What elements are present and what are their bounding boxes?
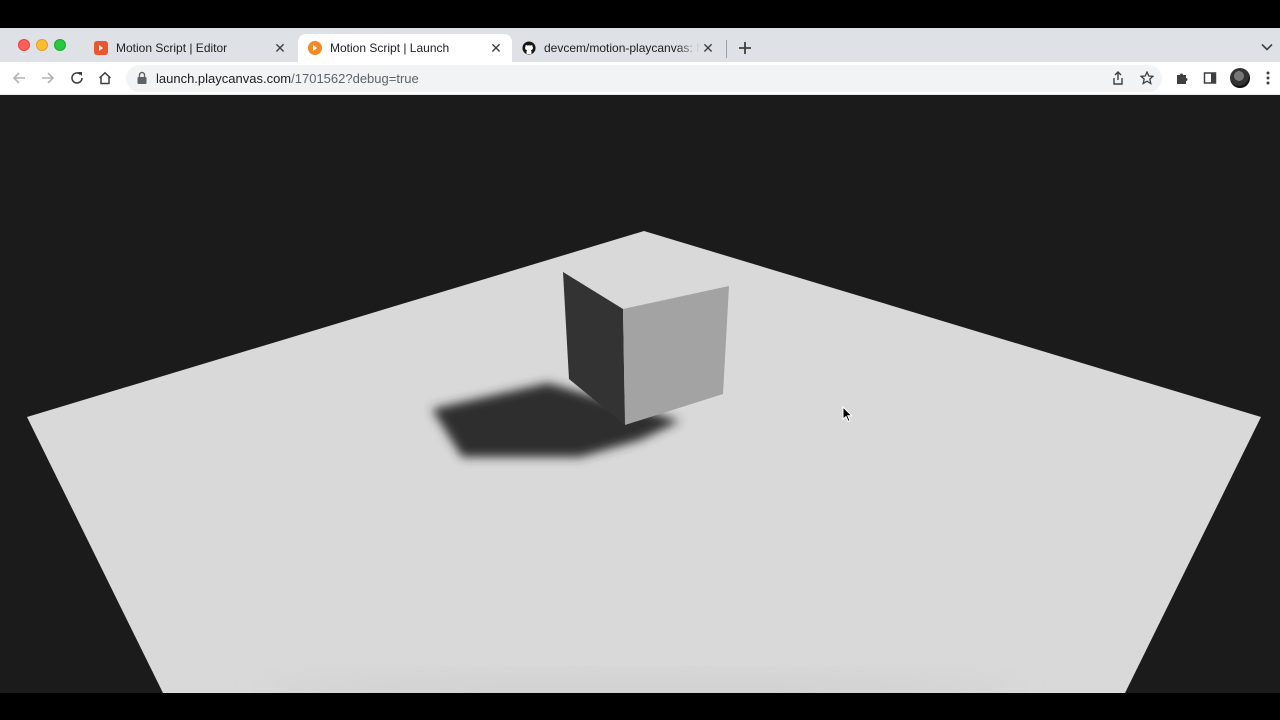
reload-button[interactable] — [66, 67, 88, 89]
reload-icon — [71, 72, 83, 84]
tab-motion-script-launch[interactable]: Motion Script | Launch ✕ — [298, 34, 512, 62]
tab-strip: Motion Script | Editor ✕ Motion Script |… — [0, 28, 1280, 62]
bookmark-button[interactable] — [1137, 68, 1157, 88]
tab-separator — [726, 40, 727, 58]
lock-icon[interactable] — [136, 71, 148, 85]
tab-motion-script-editor[interactable]: Motion Script | Editor ✕ — [84, 34, 296, 62]
back-icon — [12, 72, 25, 84]
tab-search-button[interactable] — [1258, 38, 1276, 56]
back-button[interactable] — [8, 67, 30, 89]
window-maximize-button[interactable] — [54, 39, 66, 51]
browser-toolbar: launch.playcanvas.com/1701562?debug=true — [0, 62, 1280, 95]
side-panel-icon — [1203, 72, 1217, 84]
playcanvas-launch-icon — [308, 41, 322, 55]
extensions-button[interactable] — [1171, 67, 1193, 89]
menu-button[interactable] — [1257, 67, 1279, 89]
window-close-button[interactable] — [18, 39, 30, 51]
tab-title: Motion Script | Launch — [330, 41, 450, 55]
url-text[interactable]: launch.playcanvas.com/1701562?debug=true — [156, 71, 419, 86]
scene-canvas[interactable] — [0, 95, 1280, 693]
forward-icon — [42, 72, 55, 84]
browser-window: Motion Script | Editor ✕ Motion Script |… — [0, 28, 1280, 693]
github-icon — [522, 41, 536, 55]
plus-icon — [739, 42, 751, 54]
chevron-down-icon — [1261, 43, 1273, 51]
tab-title: devcem/motion-playcanvas: Mo — [544, 41, 700, 55]
home-icon — [98, 71, 112, 85]
tab-close-icon[interactable]: ✕ — [700, 40, 716, 56]
side-panel-button[interactable] — [1199, 67, 1221, 89]
share-button[interactable] — [1108, 68, 1128, 88]
mouse-cursor-icon — [842, 406, 854, 423]
tab-title: Motion Script | Editor — [116, 41, 228, 55]
tab-close-icon[interactable]: ✕ — [488, 40, 504, 56]
url-path: /1701562?debug=true — [291, 71, 419, 86]
forward-button[interactable] — [37, 67, 59, 89]
tab-github-repo[interactable]: devcem/motion-playcanvas: Mo ✕ — [512, 34, 724, 62]
home-button[interactable] — [94, 67, 116, 89]
tab-close-icon[interactable]: ✕ — [272, 40, 288, 56]
playcanvas-editor-icon — [94, 41, 108, 55]
new-tab-button[interactable] — [734, 37, 756, 59]
menu-icon — [1266, 71, 1270, 85]
url-host: launch.playcanvas.com — [156, 71, 292, 86]
star-icon — [1140, 71, 1154, 85]
avatar[interactable] — [1230, 68, 1250, 88]
address-bar[interactable]: launch.playcanvas.com/1701562?debug=true — [126, 65, 1162, 92]
playcanvas-viewport[interactable] — [0, 95, 1280, 693]
window-minimize-button[interactable] — [36, 39, 48, 51]
share-icon — [1113, 71, 1123, 85]
extensions-icon — [1177, 73, 1188, 84]
